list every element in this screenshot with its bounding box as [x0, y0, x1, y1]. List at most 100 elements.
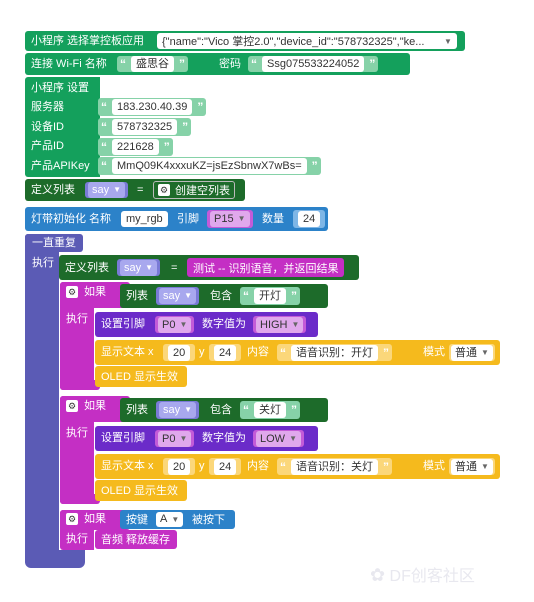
rgb-count-slot[interactable]: 24	[293, 210, 326, 228]
quote-close-icon: ”	[291, 403, 297, 417]
set-pin-dropdown[interactable]: P0 ▼	[155, 316, 195, 333]
wifi-ssid-slot[interactable]: “ 盛思谷 ”	[117, 56, 188, 72]
forever-loop-block[interactable]	[25, 234, 59, 568]
oled-show-block-1[interactable]: OLED 显示生效	[95, 366, 187, 387]
device-slot[interactable]: “ 578732325 ”	[98, 118, 192, 136]
mode-dropdown[interactable]: 普通 ▼	[449, 458, 495, 475]
set-pin-dropdown[interactable]: P0 ▼	[155, 430, 195, 447]
quote-close-icon: ”	[311, 159, 318, 173]
if-2-footer	[60, 494, 100, 504]
chevron-down-icon: ▼	[184, 405, 193, 414]
wifi-pwd-value: Ssg075533224052	[262, 56, 365, 72]
watermark-text: DF创客社区	[389, 568, 475, 585]
level-dropdown[interactable]: LOW ▼	[253, 430, 304, 447]
contains-word-slot[interactable]: “ 开灯 ”	[240, 287, 300, 305]
define-list-var[interactable]: say ▼	[85, 182, 129, 198]
audio-free-block[interactable]: 音频 释放缓存	[95, 530, 177, 549]
inner-define-label: 定义列表	[65, 262, 109, 274]
if-1-label: 如果	[84, 286, 106, 298]
app-select-block[interactable]: 小程序 选择掌控板应用 {"name":"Vico 掌控2.0","device…	[25, 31, 465, 51]
y-slot[interactable]: 24	[209, 344, 242, 361]
y-slot[interactable]: 24	[209, 458, 242, 475]
list-var-dropdown[interactable]: say ▼	[156, 287, 200, 305]
quote-close-icon: ”	[197, 100, 204, 114]
settings-block[interactable]: 小程序 设置 服务器 设备ID 产品ID 产品APIKey	[25, 77, 100, 177]
content-label: 内容	[247, 460, 269, 472]
product-slot[interactable]: “ 221628 ”	[98, 138, 173, 156]
wifi-connect-block[interactable]: 连接 Wi-Fi 名称 “ 盛思谷 ” 密码 “ Ssg075533224052…	[25, 53, 410, 75]
oled-show-block-2[interactable]: OLED 显示生效	[95, 480, 187, 501]
x-value: 20	[168, 344, 191, 361]
level-value: LOW	[260, 432, 286, 445]
list-var-value: say	[163, 290, 181, 302]
mode-value: 普通	[455, 346, 477, 359]
list-contains-block-2[interactable]: 列表 say ▼ 包含 “ 关灯 ”	[120, 398, 328, 422]
chevron-down-icon: ▼	[179, 319, 188, 329]
x-slot[interactable]: 20	[163, 458, 196, 475]
rgb-pin-dropdown[interactable]: P15 ▼	[207, 210, 253, 228]
chevron-down-icon: ▼	[179, 433, 188, 443]
set-pin-value: P0	[162, 432, 176, 445]
y-value: 24	[214, 458, 237, 475]
if-2-exec: 执行	[66, 427, 88, 439]
y-label: y	[199, 460, 205, 472]
apikey-value: MmQ09K4xxxuKZ=jsEzSbnwX7wBs=	[112, 158, 307, 174]
x-slot[interactable]: 20	[163, 344, 196, 361]
create-empty-list-slot[interactable]: ⚙ 创建空列表	[153, 181, 235, 199]
forever-loop-exec: 执行	[32, 257, 54, 269]
apikey-slot[interactable]: “ MmQ09K4xxxuKZ=jsEzSbnwX7wBs= ”	[98, 157, 321, 175]
device-value: 578732325	[112, 119, 178, 135]
define-list-block[interactable]: 定义列表 say ▼ = ⚙ 创建空列表	[25, 179, 245, 201]
chevron-down-icon: ▼	[481, 461, 489, 471]
content-slot[interactable]: “ 语音识别：开灯 ”	[277, 344, 392, 361]
quote-open-icon: “	[280, 459, 286, 474]
rgb-init-block[interactable]: 灯带初始化 名称 my_rgb 引脚 P15 ▼ 数量 24	[25, 207, 328, 231]
oled-text-block-2[interactable]: 显示文本 x 20 y 24 内容 “ 语音识别：关灯 ” 模式 普通 ▼	[95, 454, 500, 479]
x-value: 20	[168, 458, 191, 475]
mode-label: 模式	[423, 346, 445, 358]
quote-open-icon: “	[101, 140, 107, 154]
contains-word-slot[interactable]: “ 关灯 ”	[240, 401, 300, 419]
voice-recognize-label: 测试 -- 识别语音，并返回结果	[193, 262, 339, 275]
mode-dropdown[interactable]: 普通 ▼	[449, 344, 495, 361]
set-pin-label: 设置引脚	[101, 318, 145, 330]
quote-close-icon: ”	[182, 120, 189, 134]
define-list-var-value: say	[92, 184, 110, 196]
inner-define-var[interactable]: say ▼	[117, 259, 161, 276]
set-pin-value: P0	[162, 318, 176, 331]
gear-icon[interactable]: ⚙	[66, 513, 78, 525]
create-empty-list-label: 创建空列表	[175, 185, 230, 197]
quote-open-icon: “	[101, 159, 107, 173]
inner-define-list-block[interactable]: 定义列表 say ▼ = 测试 -- 识别语音，并返回结果	[59, 255, 359, 280]
app-select-label: 小程序 选择掌控板应用	[31, 35, 145, 47]
gear-icon[interactable]: ⚙	[158, 184, 170, 196]
mode-label: 模式	[423, 460, 445, 472]
chevron-down-icon: ▼	[113, 185, 122, 194]
oled-text-block-1[interactable]: 显示文本 x 20 y 24 内容 “ 语音识别：开灯 ” 模式 普通 ▼	[95, 340, 500, 365]
show-text-label: 显示文本 x	[101, 460, 154, 472]
gear-icon[interactable]: ⚙	[66, 400, 78, 412]
button-dropdown[interactable]: A ▼	[156, 512, 184, 527]
quote-close-icon: ”	[383, 345, 389, 360]
rgb-name-field[interactable]: my_rgb	[121, 211, 168, 227]
content-slot[interactable]: “ 语音识别：关灯 ”	[277, 458, 392, 475]
button-pressed-block[interactable]: 按键 A ▼ 被按下	[120, 510, 235, 529]
quote-close-icon: ”	[383, 459, 389, 474]
level-dropdown[interactable]: HIGH ▼	[253, 316, 307, 333]
y-label: y	[199, 346, 205, 358]
wifi-pwd-slot[interactable]: “ Ssg075533224052 ”	[248, 56, 379, 72]
list-contains-block-1[interactable]: 列表 say ▼ 包含 “ 开灯 ”	[120, 284, 328, 308]
gear-icon[interactable]: ⚙	[66, 286, 78, 298]
watermark-logo-icon: ✿	[370, 565, 386, 585]
if-3-exec: 执行	[66, 533, 88, 545]
contains-word-value: 开灯	[254, 288, 286, 304]
set-pin-block-1[interactable]: 设置引脚 P0 ▼ 数字值为 HIGH ▼	[95, 312, 318, 337]
rgb-count-label: 数量	[262, 213, 284, 225]
app-select-dropdown[interactable]: {"name":"Vico 掌控2.0","device_id":"578732…	[157, 33, 457, 49]
chevron-down-icon: ▼	[237, 214, 246, 223]
set-pin-label: 设置引脚	[101, 432, 145, 444]
server-slot[interactable]: “ 183.230.40.39 ”	[98, 98, 207, 116]
voice-recognize-block[interactable]: 测试 -- 识别语音，并返回结果	[187, 258, 345, 277]
set-pin-block-2[interactable]: 设置引脚 P0 ▼ 数字值为 LOW ▼	[95, 426, 318, 451]
list-var-dropdown[interactable]: say ▼	[156, 401, 200, 419]
